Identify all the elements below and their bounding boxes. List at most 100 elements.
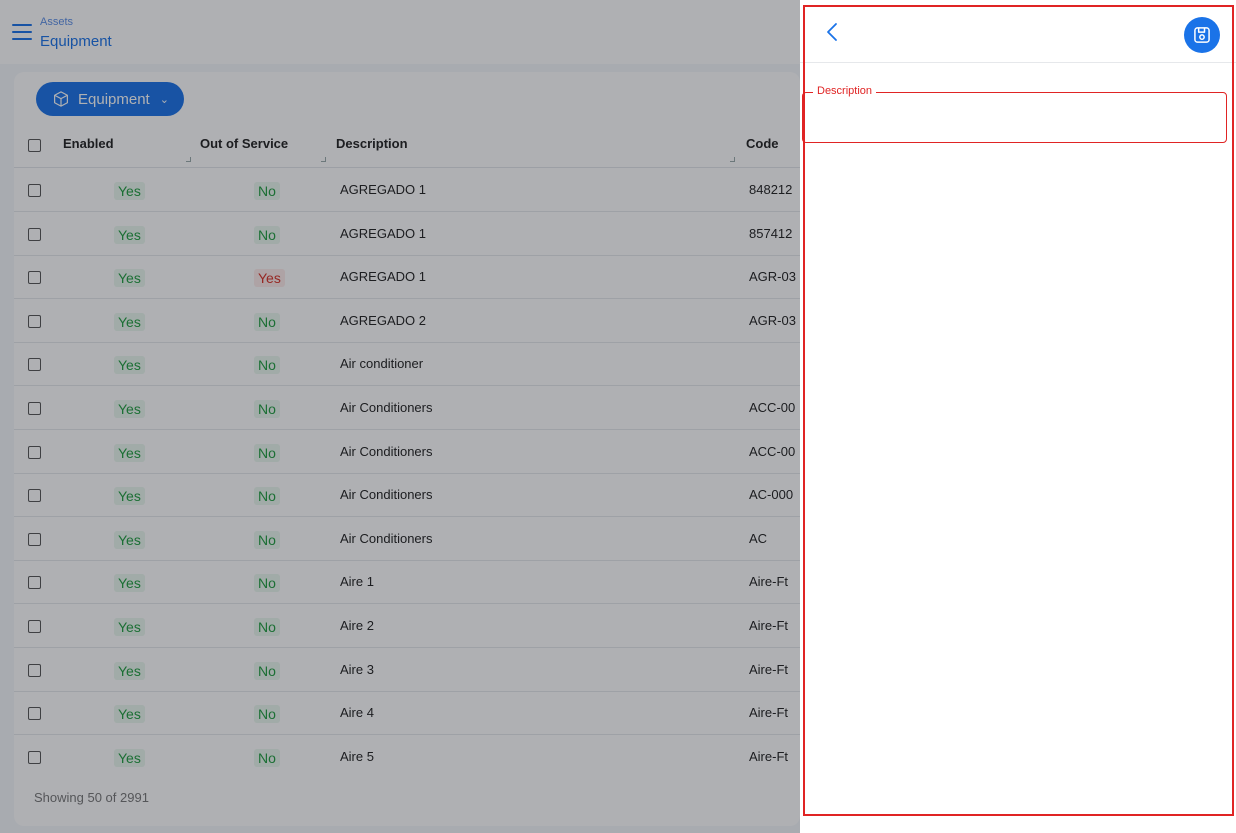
column-out-of-service[interactable]: Out of Service bbox=[200, 136, 288, 151]
code-cell: Aire-Ft bbox=[749, 661, 788, 677]
column-resize-handle[interactable] bbox=[321, 157, 326, 162]
enabled-value: Yes bbox=[114, 618, 145, 636]
row-checkbox[interactable] bbox=[28, 227, 41, 241]
code-cell: 848212 bbox=[749, 182, 793, 197]
enabled-value: Yes bbox=[114, 487, 145, 506]
list-panel: Equipment ⌄ Enabled Out of Service Descr… bbox=[14, 72, 800, 826]
select-all-checkbox[interactable] bbox=[28, 139, 41, 152]
code-cell: Aire-Ft bbox=[749, 748, 788, 764]
out-of-service-value: No bbox=[254, 487, 280, 506]
out-of-service-value: No bbox=[254, 574, 280, 593]
description-field[interactable]: Description bbox=[802, 85, 1227, 143]
enabled-value: Yes bbox=[114, 269, 145, 288]
description-cell: AGREGADO 1 bbox=[340, 269, 426, 285]
row-checkbox[interactable] bbox=[28, 314, 41, 328]
description-cell: Air Conditioners bbox=[340, 400, 433, 415]
enabled-value: Yes bbox=[114, 574, 145, 593]
description-cell: AGREGADO 1 bbox=[340, 182, 426, 197]
out-of-service-value: No bbox=[254, 530, 280, 549]
top-bar: Assets Equipment bbox=[0, 0, 800, 64]
row-checkbox[interactable] bbox=[28, 445, 41, 459]
equipment-filter-button[interactable]: Equipment ⌄ bbox=[36, 82, 184, 116]
filter-label: Equipment bbox=[78, 90, 150, 108]
description-cell: Air Conditioners bbox=[340, 443, 433, 459]
enabled-value: Yes bbox=[114, 530, 145, 549]
table-row[interactable]: Yes No Aire 4 Aire-Ft bbox=[14, 691, 800, 736]
enabled-value: Yes bbox=[114, 225, 145, 244]
enabled-value: Yes bbox=[114, 312, 145, 331]
row-checkbox[interactable] bbox=[28, 707, 41, 721]
code-cell: Aire-Ft bbox=[749, 618, 788, 633]
chevron-left-icon[interactable] bbox=[822, 20, 842, 44]
table-row[interactable]: Yes No Aire 1 Aire-Ft bbox=[14, 560, 800, 605]
drawer-header-divider bbox=[800, 62, 1236, 63]
enabled-value: Yes bbox=[114, 661, 145, 680]
description-cell: Aire 5 bbox=[340, 748, 374, 764]
column-enabled[interactable]: Enabled bbox=[63, 136, 114, 151]
row-checkbox[interactable] bbox=[28, 750, 41, 764]
enabled-value: Yes bbox=[114, 705, 145, 724]
table-row[interactable]: Yes No Aire 2 Aire-Ft bbox=[14, 604, 800, 648]
column-resize-handle[interactable] bbox=[730, 157, 735, 162]
floppy-disk-icon bbox=[1194, 27, 1210, 43]
save-button[interactable] bbox=[1184, 17, 1220, 53]
table-row[interactable]: Yes No Aire 3 Aire-Ft bbox=[14, 648, 800, 692]
code-cell: ACC-00 bbox=[749, 443, 796, 459]
table-row[interactable]: Yes No Aire 5 Aire-Ft bbox=[14, 735, 800, 768]
code-cell: Aire-Ft bbox=[749, 574, 788, 590]
out-of-service-value: No bbox=[254, 225, 280, 244]
out-of-service-value: Yes bbox=[254, 269, 285, 288]
description-cell: AGREGADO 1 bbox=[340, 225, 426, 241]
table-row[interactable]: Yes No Air conditioner bbox=[14, 342, 800, 387]
out-of-service-value: No bbox=[254, 356, 280, 375]
out-of-service-value: No bbox=[254, 705, 280, 724]
column-resize-handle[interactable] bbox=[186, 157, 191, 162]
code-cell: Aire-Ft bbox=[749, 705, 788, 721]
row-checkbox[interactable] bbox=[28, 620, 41, 633]
row-checkbox[interactable] bbox=[28, 402, 41, 415]
row-checkbox[interactable] bbox=[28, 489, 41, 503]
hamburger-menu-icon[interactable] bbox=[12, 24, 32, 40]
out-of-service-value: No bbox=[254, 443, 280, 462]
description-input[interactable] bbox=[803, 93, 1226, 142]
table-body: Yes No AGREGADO 1 848212 Yes No AGREGADO 1 8574… bbox=[14, 168, 800, 768]
enabled-value: Yes bbox=[114, 400, 145, 418]
enabled-value: Yes bbox=[114, 356, 145, 375]
detail-drawer: Description bbox=[800, 0, 1236, 833]
code-cell: AGR-03 bbox=[749, 269, 796, 285]
cube-icon bbox=[54, 91, 68, 107]
row-checkbox[interactable] bbox=[28, 532, 41, 546]
breadcrumb-parent[interactable]: Assets bbox=[40, 16, 73, 28]
row-checkbox[interactable] bbox=[28, 184, 41, 197]
code-cell: 857412 bbox=[749, 225, 793, 241]
pagination-status: Showing 50 of 2991 bbox=[34, 790, 149, 805]
description-cell: Aire 2 bbox=[340, 618, 374, 633]
description-cell: Aire 1 bbox=[340, 574, 374, 590]
table-row[interactable]: Yes No Air Conditioners ACC-00 bbox=[14, 386, 800, 430]
row-checkbox[interactable] bbox=[28, 663, 41, 677]
out-of-service-value: No bbox=[254, 661, 280, 680]
table-row[interactable]: Yes No AGREGADO 1 848212 bbox=[14, 168, 800, 212]
table-row[interactable]: Yes No Air Conditioners AC bbox=[14, 517, 800, 561]
column-description[interactable]: Description bbox=[336, 136, 408, 151]
table-row[interactable]: Yes No Air Conditioners ACC-00 bbox=[14, 430, 800, 474]
out-of-service-value: No bbox=[254, 618, 280, 636]
enabled-value: Yes bbox=[114, 182, 145, 200]
row-checkbox[interactable] bbox=[28, 576, 41, 590]
page-title: Equipment bbox=[40, 33, 112, 50]
code-cell: AC bbox=[749, 530, 768, 546]
description-cell: Air Conditioners bbox=[340, 530, 433, 546]
column-code[interactable]: Code bbox=[746, 136, 779, 151]
row-checkbox[interactable] bbox=[28, 271, 41, 285]
row-checkbox[interactable] bbox=[28, 358, 41, 372]
code-cell: AGR-03 bbox=[749, 312, 796, 328]
code-cell: AC-000 bbox=[749, 487, 794, 503]
enabled-value: Yes bbox=[114, 748, 145, 767]
description-cell: Aire 4 bbox=[340, 705, 374, 721]
table-row[interactable]: Yes No Air Conditioners AC-000 bbox=[14, 473, 800, 518]
out-of-service-value: No bbox=[254, 312, 280, 331]
app: Assets Equipment Equipment ⌄ Enabled Out… bbox=[0, 0, 1236, 833]
table-row[interactable]: Yes Yes AGREGADO 1 AGR-03 bbox=[14, 255, 800, 300]
table-row[interactable]: Yes No AGREGADO 1 857412 bbox=[14, 212, 800, 256]
table-row[interactable]: Yes No AGREGADO 2 AGR-03 bbox=[14, 299, 800, 343]
